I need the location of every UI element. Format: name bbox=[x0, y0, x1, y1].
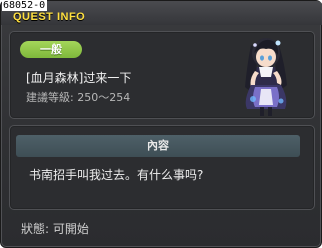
quest-name: [血月森林]过来一下 bbox=[26, 71, 132, 85]
npc-portrait bbox=[245, 38, 287, 116]
quest-status: 狀態: 可開始 bbox=[21, 222, 89, 236]
window-title: QUEST INFO bbox=[13, 11, 86, 23]
quest-category-badge: 一般 bbox=[20, 41, 82, 58]
content-text: 书南招手叫我过去。有什么事吗? bbox=[29, 168, 204, 182]
content-header: 內容 bbox=[16, 135, 300, 157]
quest-id-label: 68052-0 bbox=[2, 0, 48, 11]
recommended-level: 建議等級: 250〜254 bbox=[26, 91, 131, 104]
quest-info-window: QUEST INFO 一般 [血月森林]过来一下 建議等級: 250〜254 內… bbox=[0, 0, 322, 248]
